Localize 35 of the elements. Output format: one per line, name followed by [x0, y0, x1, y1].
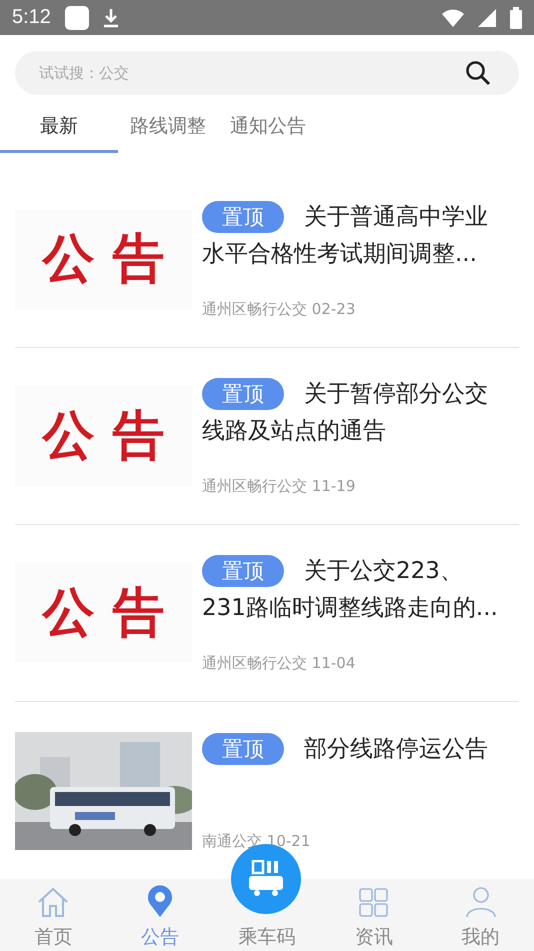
wifi-icon — [442, 8, 464, 26]
pinned-badge: 置顶 — [202, 378, 284, 410]
nav-item[interactable]: 我的 — [427, 879, 534, 951]
bus-qr-icon — [247, 860, 285, 898]
nav-item[interactable]: 首页 — [0, 879, 107, 951]
tab[interactable]: 通知公告 — [218, 109, 318, 153]
notice-thumbnail: 公 告 — [15, 386, 192, 486]
tab[interactable]: 路线调整 — [118, 109, 218, 153]
news-title[interactable]: 置顶 关于公交223、231路临时调整线路走向的... — [202, 553, 503, 627]
search-field[interactable]: 试试搜：公交 — [15, 51, 519, 95]
notification-icon — [64, 6, 89, 30]
location-pin-icon — [146, 884, 174, 918]
grid-icon — [358, 888, 389, 918]
nav-item[interactable]: 资讯 — [320, 879, 428, 951]
news-title[interactable]: 置顶 关于普通高中学业水平合格性考试期间调整... — [202, 199, 503, 273]
download-icon — [102, 8, 119, 28]
pinned-badge: 置顶 — [202, 555, 284, 587]
news-meta: 通州区畅行公交 02-23 — [202, 300, 356, 319]
user-icon — [464, 886, 497, 918]
notice-thumbnail: 公 告 — [15, 563, 192, 663]
news-title[interactable]: 置顶 关于暂停部分公交线路及站点的通告 — [202, 376, 503, 450]
tab[interactable]: 最新 — [0, 109, 118, 153]
nav-item[interactable]: 公告 — [106, 879, 214, 951]
notice-thumbnail: 公 告 — [15, 209, 192, 309]
status-time: 5:12 — [12, 6, 51, 29]
signal-icon — [478, 8, 496, 26]
pinned-badge: 置顶 — [202, 732, 284, 764]
news-meta: 通州区畅行公交 11-19 — [202, 477, 356, 496]
battery-icon — [510, 6, 522, 28]
nav-item[interactable]: 乘车码 — [214, 924, 320, 950]
home-icon — [36, 886, 70, 918]
pinned-badge: 置顶 — [202, 201, 284, 233]
news-meta: 通州区畅行公交 11-04 — [202, 654, 356, 673]
news-title[interactable]: 置顶 部分线路停运公告 — [202, 730, 503, 768]
search-icon[interactable] — [465, 60, 491, 86]
